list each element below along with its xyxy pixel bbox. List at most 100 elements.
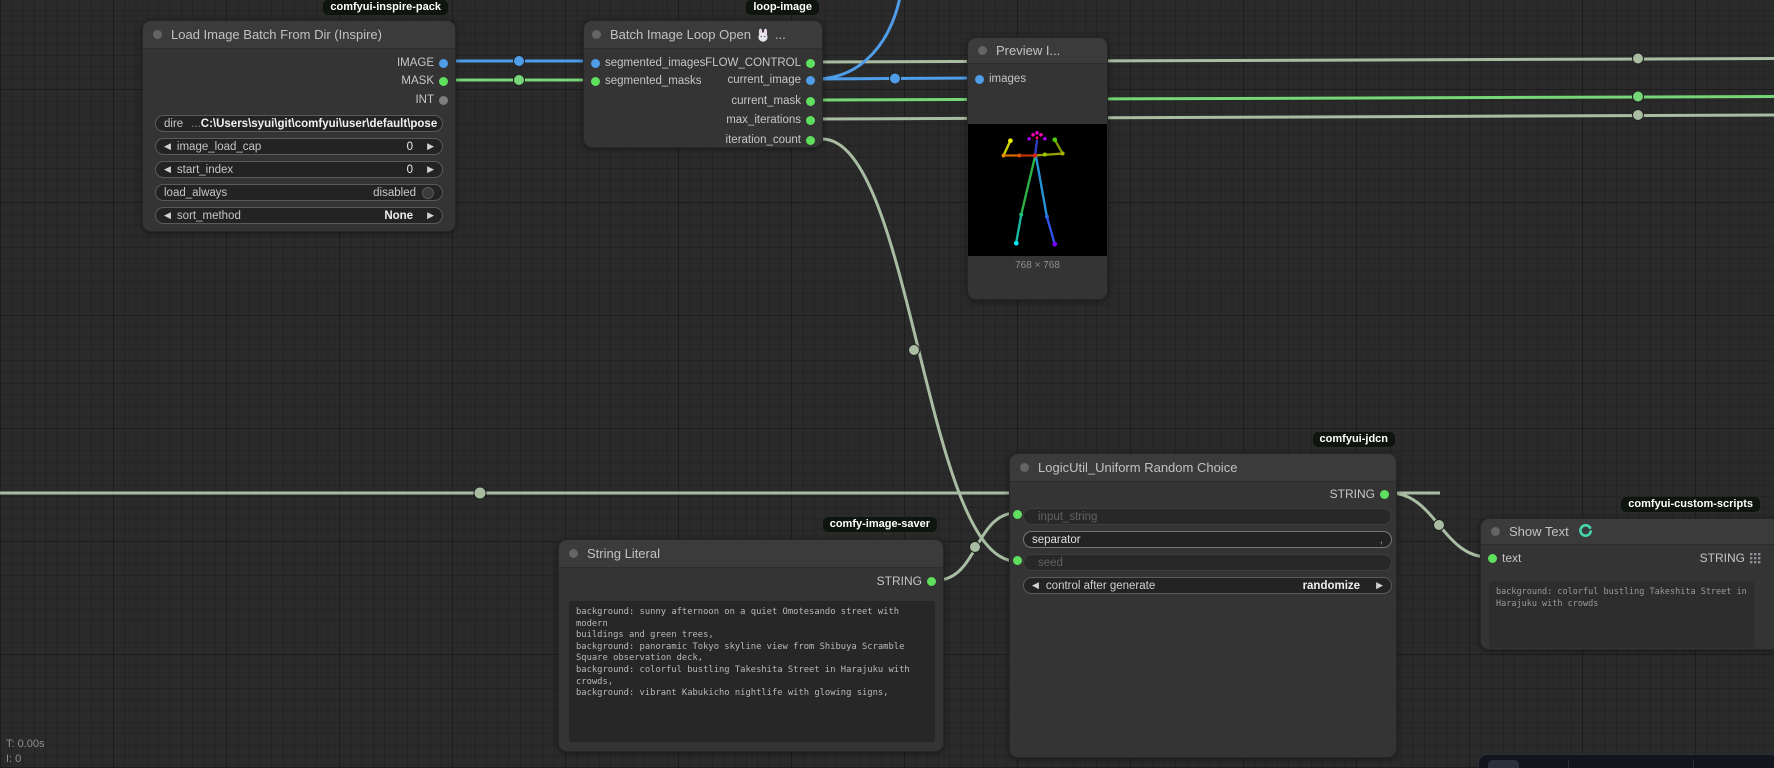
wire-dot[interactable] [909, 345, 920, 356]
grid-icon[interactable] [1750, 553, 1761, 564]
preview-image-pose [968, 124, 1107, 256]
node-header[interactable]: Preview I... [968, 38, 1107, 64]
string-literal-textarea[interactable]: background: sunny afternoon on a quiet O… [569, 601, 935, 742]
decrement-arrow-icon[interactable]: ◀ [164, 142, 171, 151]
wire-dot[interactable] [890, 73, 901, 84]
badge-image-saver: comfy-image-saver [823, 517, 937, 532]
wire-dot[interactable] [1434, 520, 1445, 531]
image-dimensions-label: 768 × 768 [968, 260, 1107, 271]
input-port[interactable] [591, 77, 600, 86]
output-label: STRING [877, 574, 922, 588]
collapse-dot-icon[interactable] [569, 549, 578, 558]
widget-value: 0 [407, 164, 413, 176]
widget-value: C:\Users\syui\git\comfyui\user\default\p… [201, 118, 437, 130]
wire-dot[interactable] [514, 56, 525, 67]
execution-status: T: 0.00s I: 0 [6, 737, 45, 767]
node-header[interactable]: Batch Image Loop Open ... [584, 21, 822, 49]
image-load-cap-widget[interactable]: ◀ image_load_cap 0 ▶ [155, 138, 443, 155]
toolbar-separator [1568, 760, 1569, 768]
node-header[interactable]: String Literal [559, 540, 943, 568]
output-port[interactable] [806, 59, 815, 68]
input-port[interactable] [591, 59, 600, 68]
output-port[interactable] [806, 97, 815, 106]
output-port[interactable] [806, 116, 815, 125]
widget-label: control after generate [1046, 580, 1155, 592]
node-graph-canvas[interactable]: Load Image Batch From Dir (Inspire) IMAG… [0, 0, 1774, 768]
node-header[interactable]: Load Image Batch From Dir (Inspire) [143, 21, 455, 49]
collapse-dot-icon[interactable] [592, 30, 601, 39]
widget-value: disabled [373, 187, 416, 199]
next-arrow-icon[interactable]: ▶ [1376, 581, 1383, 590]
input-port-input-string[interactable] [1013, 510, 1022, 519]
separator-widget[interactable]: separator , [1023, 531, 1392, 548]
node-preview-image[interactable]: Preview I... images [967, 37, 1108, 300]
node-header[interactable]: Show Text [1481, 519, 1774, 545]
output-current-image: current_image [704, 72, 820, 88]
prev-arrow-icon[interactable]: ◀ [1032, 581, 1039, 590]
output-mask: MASK [143, 73, 453, 89]
widget-value: randomize [1303, 580, 1361, 592]
node-batch-image-loop[interactable]: Batch Image Loop Open ... segmented_imag… [583, 20, 823, 148]
prev-arrow-icon[interactable]: ◀ [164, 211, 171, 220]
input-label: segmented_masks [605, 75, 702, 87]
input-port-seed[interactable] [1013, 556, 1022, 565]
wire-dot[interactable] [970, 542, 981, 553]
pysssss-logo-icon [1578, 524, 1593, 539]
node-string-literal[interactable]: String Literal STRING background: sunny … [558, 539, 944, 752]
output-port[interactable] [439, 77, 448, 86]
node-load-image-batch[interactable]: Load Image Batch From Dir (Inspire) IMAG… [142, 20, 456, 232]
toolbar-pill[interactable] [1488, 760, 1519, 768]
pose-skeleton [968, 124, 1107, 256]
widget-label: image_load_cap [177, 141, 261, 153]
output-label: iteration_count [726, 134, 801, 146]
widget-label: input_string [1038, 511, 1097, 523]
directory-widget[interactable]: dire ... C:\Users\syui\git\comfyui\user\… [155, 115, 443, 132]
output-port[interactable] [439, 59, 448, 68]
decrement-arrow-icon[interactable]: ◀ [164, 165, 171, 174]
wire-dot[interactable] [1633, 91, 1644, 102]
output-max-iterations: max_iterations [704, 112, 820, 128]
sort-method-widget[interactable]: ◀ sort_method None ▶ [155, 207, 443, 224]
increment-arrow-icon[interactable]: ▶ [427, 142, 434, 151]
badge-custom-scripts: comfyui-custom-scripts [1621, 497, 1760, 512]
widget-label: separator [1032, 534, 1081, 546]
wire-current-mask [817, 97, 1774, 101]
node-show-text[interactable]: Show Text text STRING background: colorf… [1480, 518, 1774, 650]
output-label: MASK [401, 75, 434, 87]
input-port[interactable] [1488, 554, 1497, 563]
output-port[interactable] [1380, 490, 1389, 499]
wire-dot[interactable] [474, 487, 486, 499]
output-port[interactable] [806, 136, 815, 145]
start-index-widget[interactable]: ◀ start_index 0 ▶ [155, 161, 443, 178]
collapse-dot-icon[interactable] [978, 46, 987, 55]
node-title-suffix: ... [775, 27, 786, 42]
node-header[interactable]: LogicUtil_Uniform Random Choice [1010, 454, 1396, 482]
ellipsis: ... [191, 118, 201, 130]
input-string-widget[interactable]: input_string [1023, 508, 1392, 525]
collapse-dot-icon[interactable] [1491, 527, 1500, 536]
control-after-generate-widget[interactable]: ◀ control after generate randomize ▶ [1023, 577, 1392, 594]
wire-dot[interactable] [1633, 53, 1644, 64]
increment-arrow-icon[interactable]: ▶ [427, 165, 434, 174]
output-string: STRING [1601, 550, 1761, 566]
collapse-dot-icon[interactable] [1020, 463, 1029, 472]
node-logicutil-random-choice[interactable]: LogicUtil_Uniform Random Choice STRING i… [1009, 453, 1397, 758]
input-segmented-masks: segmented_masks [586, 73, 702, 89]
input-text: text [1483, 550, 1521, 566]
wire-dot[interactable] [514, 75, 525, 86]
collapse-dot-icon[interactable] [153, 30, 162, 39]
toolbar-separator [1693, 760, 1694, 768]
toggle-knob-icon[interactable] [422, 187, 434, 199]
bottom-toolbar-peek[interactable] [1478, 754, 1774, 768]
output-port[interactable] [806, 76, 815, 85]
next-arrow-icon[interactable]: ▶ [427, 211, 434, 220]
load-always-widget[interactable]: load_always disabled [155, 184, 443, 201]
input-port[interactable] [975, 75, 984, 84]
show-text-output-box[interactable]: background: colorful bustling Takeshita … [1489, 581, 1754, 648]
widget-value: None [384, 210, 413, 222]
node-title: Batch Image Loop Open [610, 27, 751, 42]
wire-dot[interactable] [1633, 110, 1644, 121]
seed-widget[interactable]: seed [1023, 554, 1392, 571]
output-port[interactable] [927, 577, 936, 586]
output-port[interactable] [439, 96, 448, 105]
